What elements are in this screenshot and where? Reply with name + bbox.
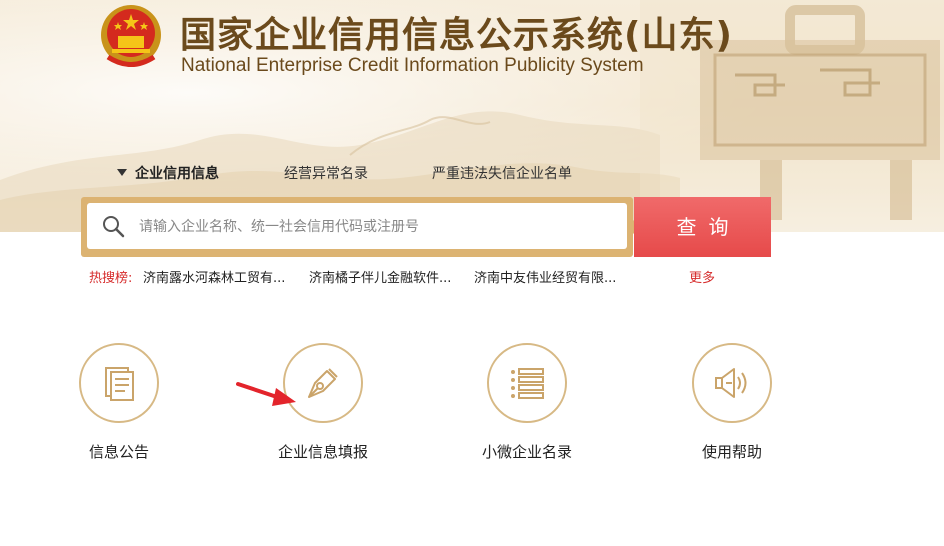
hot-search-item[interactable]: 济南橘子伴儿金融软件... (309, 267, 451, 286)
search-field-wrapper (87, 203, 627, 251)
search-icon (103, 216, 125, 238)
feature-circle (79, 343, 159, 423)
pen-nib-icon (308, 368, 338, 398)
feature-circle (487, 343, 567, 423)
pointer-arrow-icon (236, 382, 296, 406)
hot-search-item[interactable]: 济南中友伟业经贸有限... (474, 267, 616, 286)
page-subtitle: National Enterprise Credit Information P… (181, 55, 644, 76)
document-icon (105, 367, 134, 401)
feature-label: 使用帮助 (701, 443, 762, 461)
tab-abnormal-list[interactable]: 经营异常名录 (284, 163, 368, 183)
search-frame (81, 197, 633, 257)
list-icon (511, 368, 544, 399)
speaker-icon (715, 368, 747, 398)
feature-small-enterprise-list[interactable]: 小微企业名录 (467, 343, 587, 462)
feature-label: 信息公告 (88, 443, 149, 461)
feature-circle (692, 343, 772, 423)
feature-help[interactable]: 使用帮助 (672, 343, 792, 462)
feature-label: 企业信息填报 (277, 443, 368, 461)
feature-info-notice[interactable]: 信息公告 (59, 343, 179, 462)
tab-dishonest-list[interactable]: 严重违法失信企业名单 (432, 163, 572, 183)
more-link[interactable]: 更多 (689, 267, 715, 286)
caret-down-icon (117, 169, 127, 176)
hot-search-label: 热搜榜: (89, 271, 133, 286)
page-title: 国家企业信用信息公示系统(山东) (180, 15, 733, 56)
search-button[interactable]: 查询 (634, 197, 771, 257)
tab-enterprise-credit[interactable]: 企业信用信息 (117, 163, 219, 183)
search-input[interactable] (137, 203, 621, 251)
hot-search-item[interactable]: 济南露水河森林工贸有... (143, 267, 285, 286)
feature-label: 小微企业名录 (481, 443, 572, 461)
national-emblem-icon (101, 5, 161, 67)
